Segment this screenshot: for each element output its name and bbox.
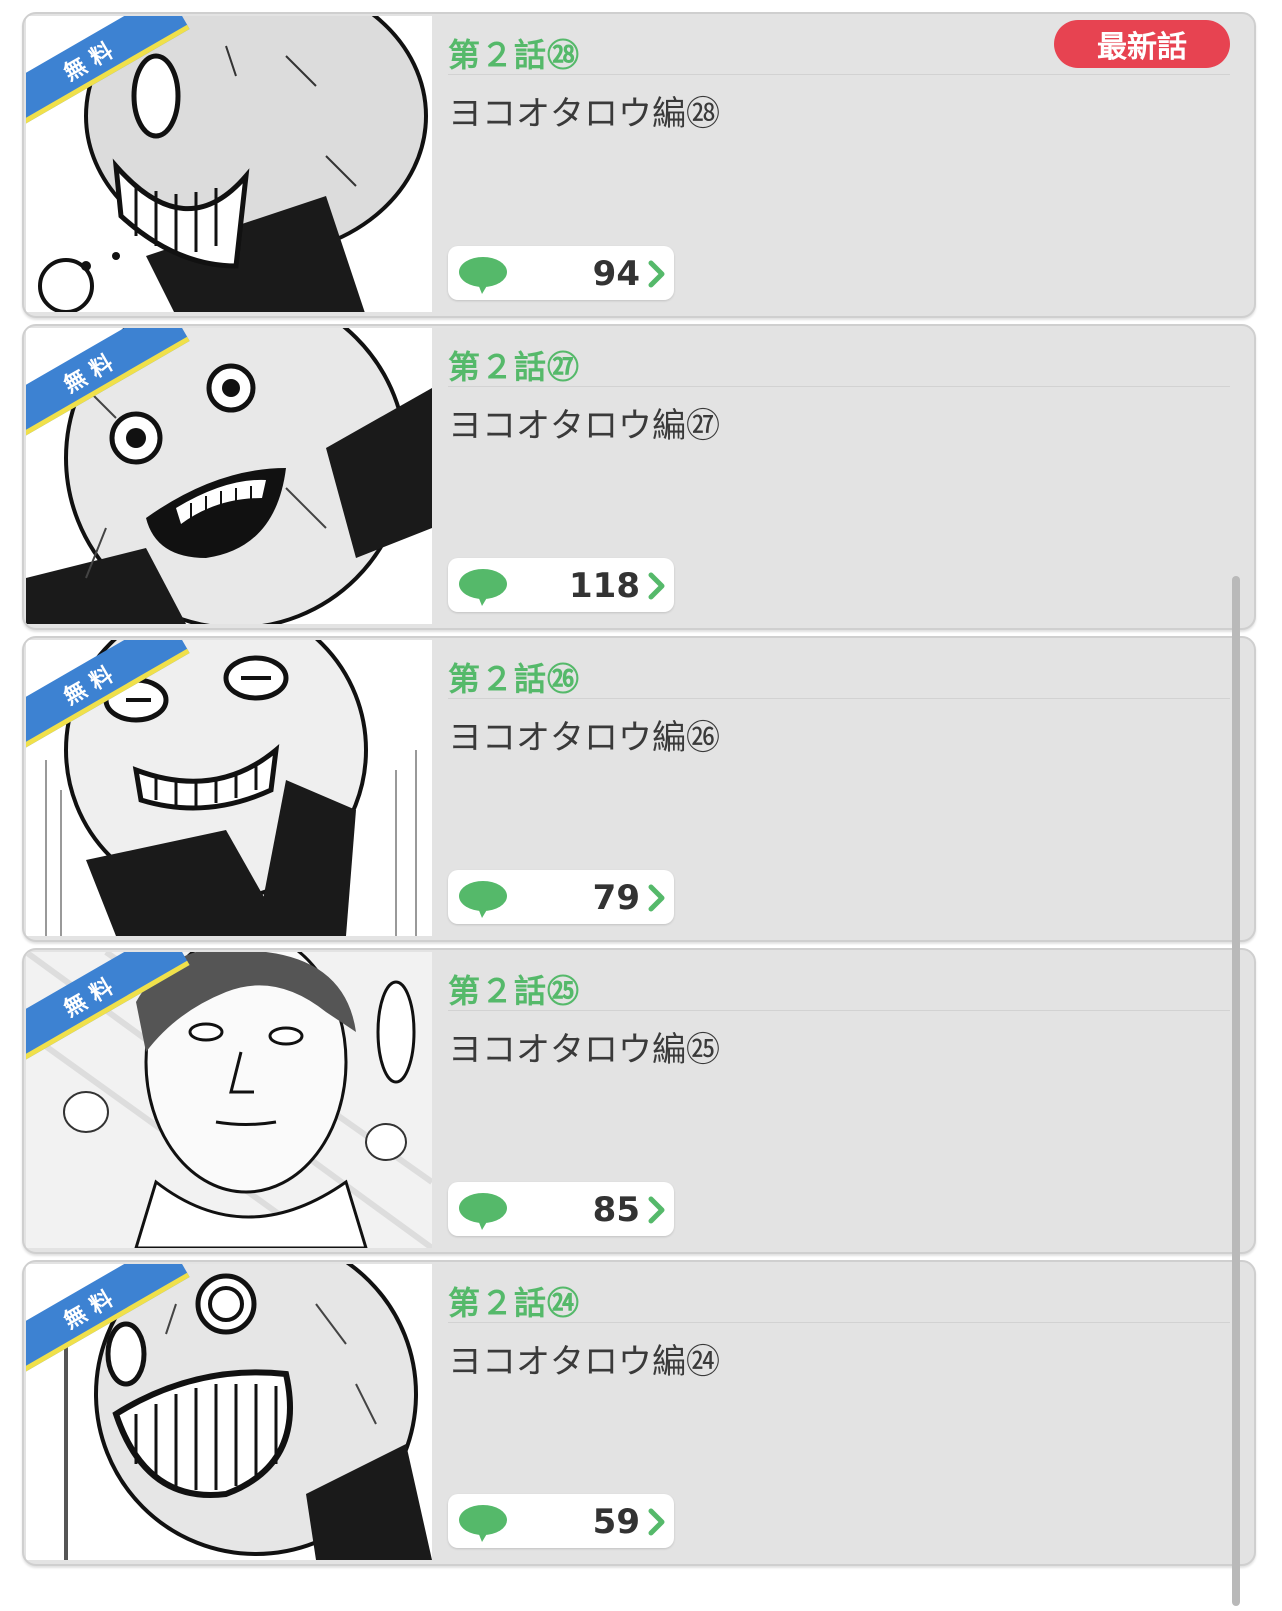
latest-badge: 最新話 [1054,20,1230,68]
divider [448,386,1230,387]
episode-title: ヨコオタロウ編㉕ [448,1030,720,1070]
comment-count: 85 [592,1190,640,1230]
episode-info: 第２話㉗ ヨコオタロウ編㉗ 118 [448,326,1230,628]
chevron-right-icon [648,572,665,600]
comment-count: 118 [569,566,640,606]
episode-title: ヨコオタロウ編㉘ [448,94,720,134]
episode-card[interactable]: 無料 第２話㉗ ヨコオタロウ編㉗ 118 [22,324,1256,630]
comments-button[interactable]: 79 [448,870,674,924]
divider [448,698,1230,699]
comment-count: 59 [592,1502,640,1542]
speech-bubble-icon [459,257,507,294]
episode-card[interactable]: 無料 第２話㉘ 最新話 ヨコオタロウ編㉘ 94 [22,12,1256,318]
episode-title: ヨコオタロウ編㉖ [448,718,720,758]
comments-button[interactable]: 94 [448,246,674,300]
episode-info: 第２話㉕ ヨコオタロウ編㉕ 85 [448,950,1230,1252]
episode-info: 第２話㉔ ヨコオタロウ編㉔ 59 [448,1262,1230,1564]
chevron-right-icon [648,260,665,288]
divider [448,1010,1230,1011]
scrollbar[interactable] [1232,576,1240,1606]
chevron-right-icon [648,1196,665,1224]
comment-count: 79 [592,878,640,918]
episode-number: 第２話㉖ [448,660,581,698]
chevron-right-icon [648,884,665,912]
episode-thumbnail[interactable]: 無料 [26,16,432,312]
comments-button[interactable]: 85 [448,1182,674,1236]
speech-bubble-icon [459,1193,507,1230]
speech-bubble-icon [459,569,507,606]
episode-thumbnail[interactable]: 無料 [26,640,432,936]
comment-count: 94 [592,254,640,294]
episode-card[interactable]: 無料 第２話㉕ ヨコオタロウ編㉕ 85 [22,948,1256,1254]
episode-thumbnail[interactable]: 無料 [26,1264,432,1560]
episode-title: ヨコオタロウ編㉗ [448,406,720,446]
divider [448,74,1230,75]
speech-bubble-icon [459,1505,507,1542]
episode-info: 第２話㉘ 最新話 ヨコオタロウ編㉘ 94 [448,14,1230,316]
speech-bubble-icon [459,881,507,918]
episode-number: 第２話㉗ [448,348,581,386]
divider [448,1322,1230,1323]
episode-card[interactable]: 無料 第２話㉔ ヨコオタロウ編㉔ 59 [22,1260,1256,1566]
episode-number: 第２話㉔ [448,1284,581,1322]
episode-info: 第２話㉖ ヨコオタロウ編㉖ 79 [448,638,1230,940]
episode-card[interactable]: 無料 第２話㉖ ヨコオタロウ編㉖ 79 [22,636,1256,942]
episode-number: 第２話㉘ [448,36,581,74]
episode-title: ヨコオタロウ編㉔ [448,1342,720,1382]
comments-button[interactable]: 118 [448,558,674,612]
chevron-right-icon [648,1508,665,1536]
episode-thumbnail[interactable]: 無料 [26,952,432,1248]
comments-button[interactable]: 59 [448,1494,674,1548]
episode-thumbnail[interactable]: 無料 [26,328,432,624]
episode-number: 第２話㉕ [448,972,581,1010]
